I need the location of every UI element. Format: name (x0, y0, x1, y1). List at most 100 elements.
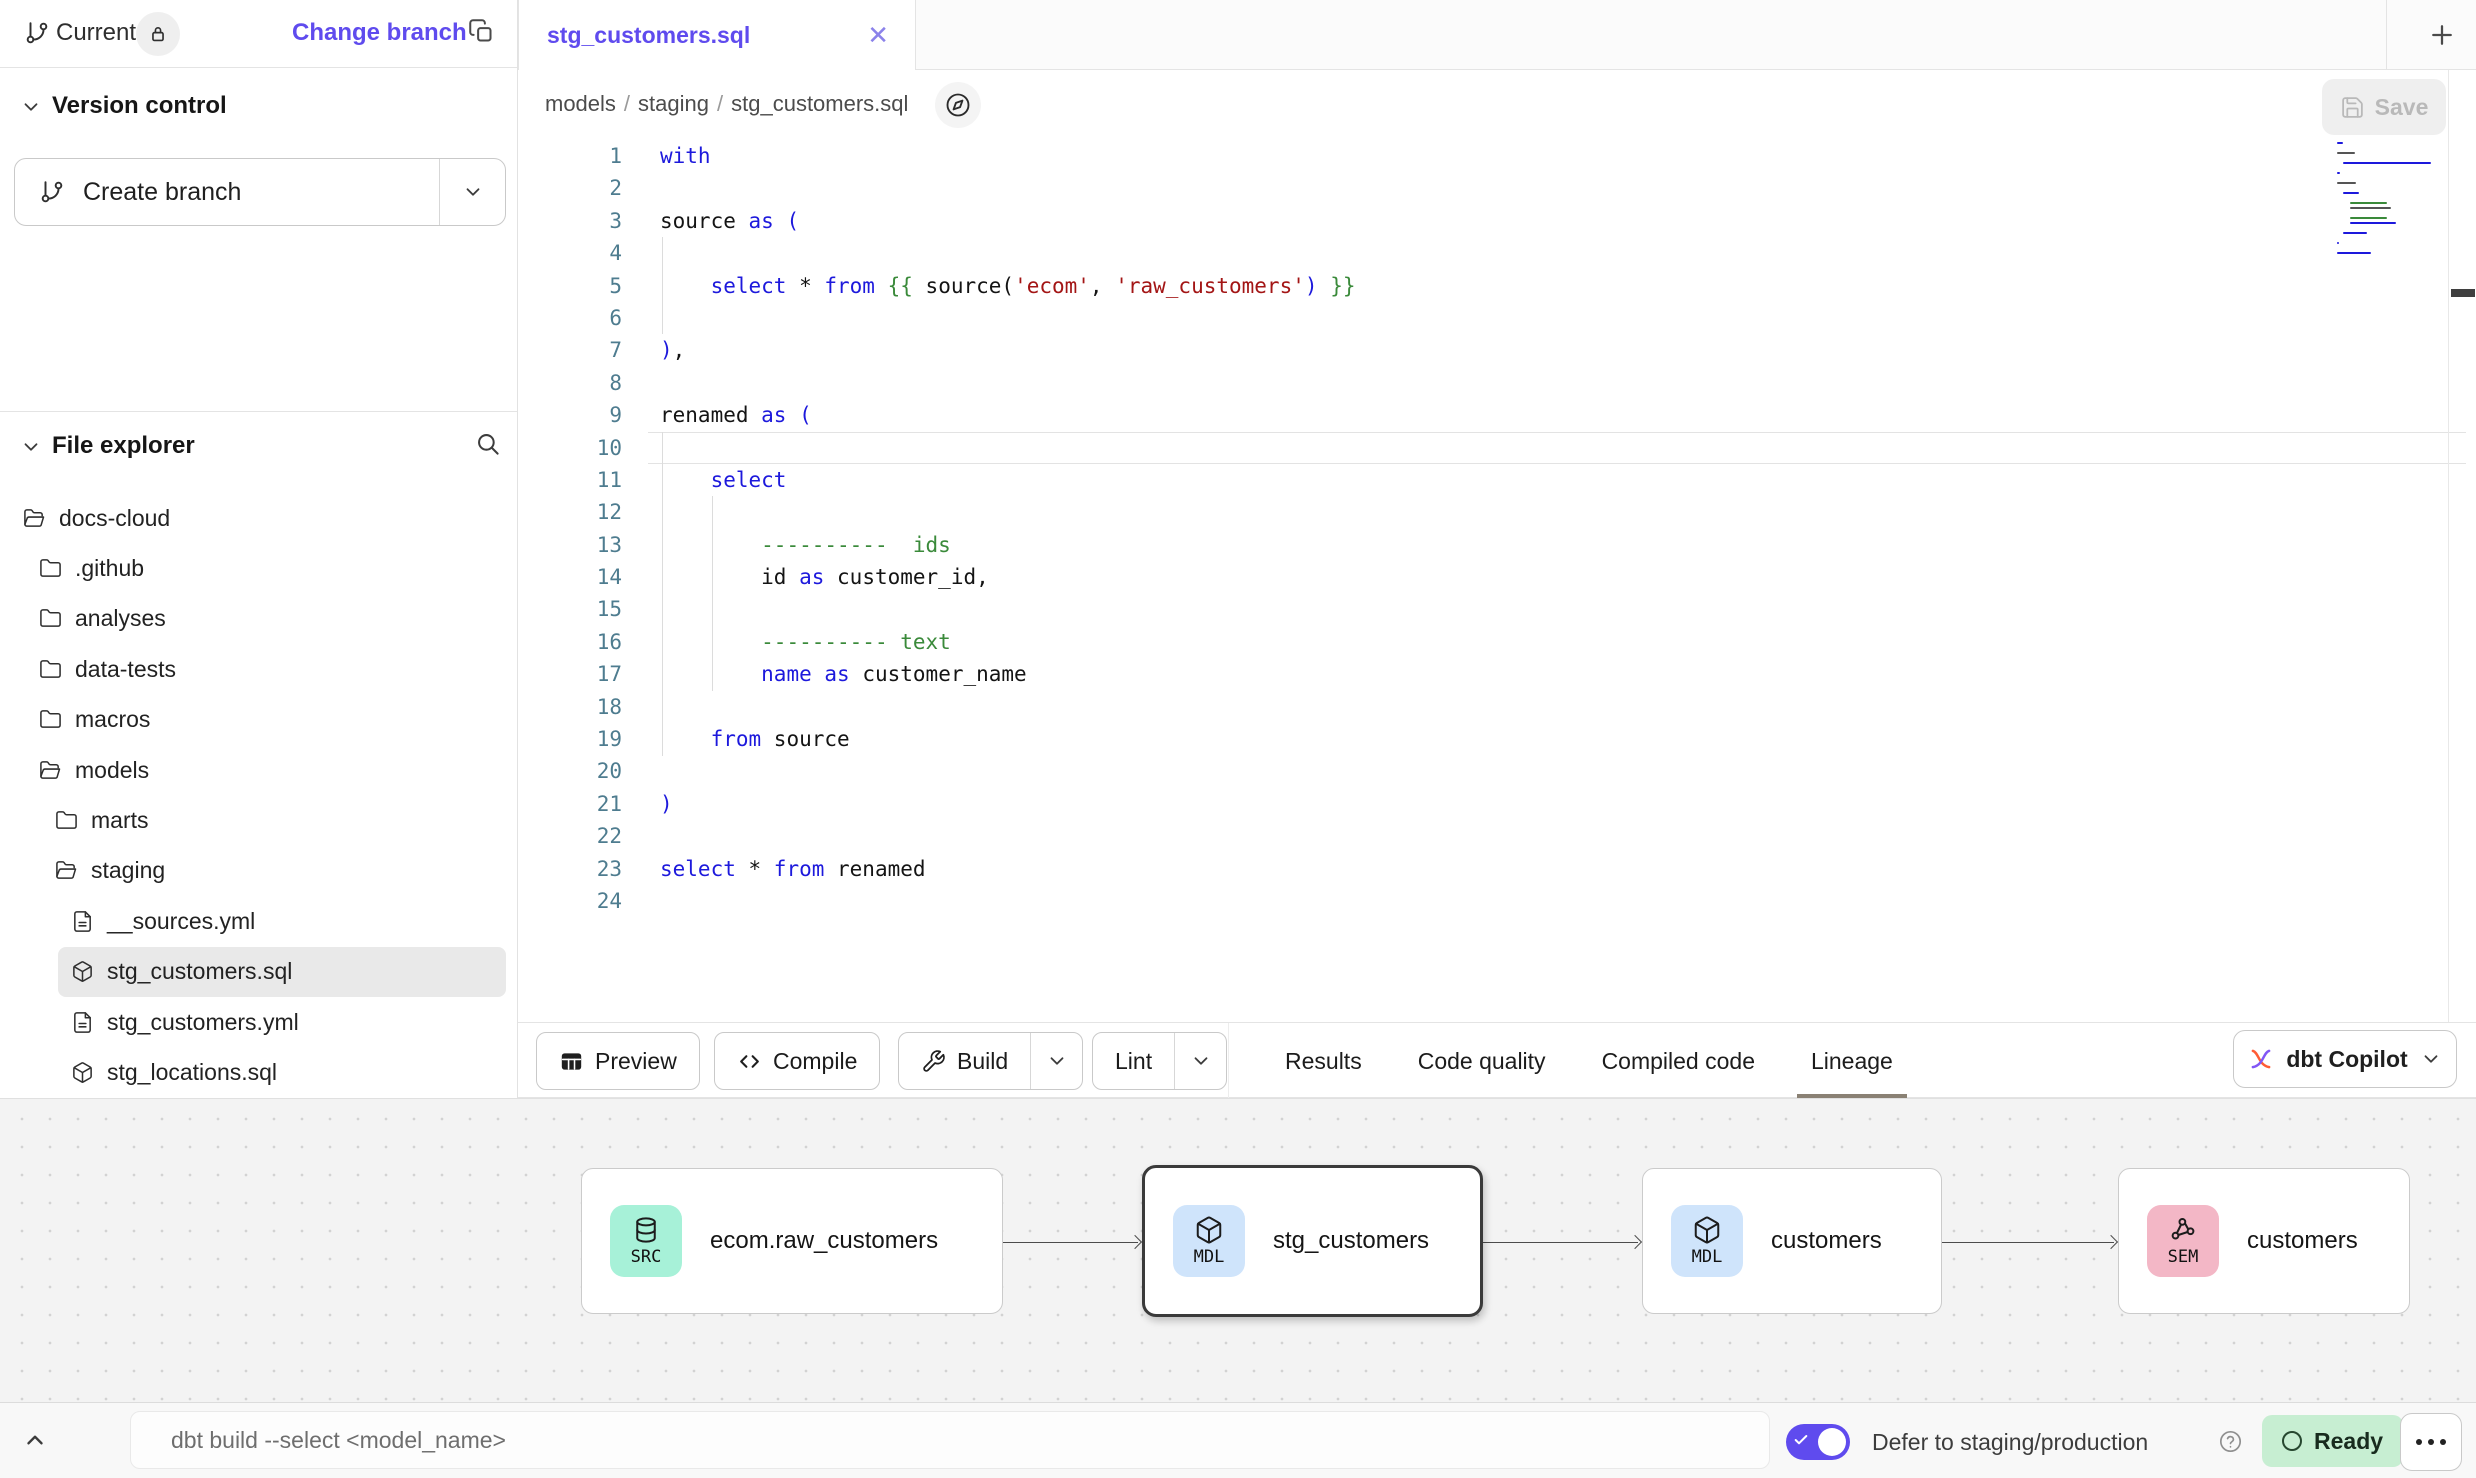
save-button[interactable]: Save (2322, 79, 2446, 135)
tree-item--github[interactable]: .github (26, 543, 506, 593)
code-line-1[interactable]: 1with (518, 140, 2476, 172)
code-line-18[interactable]: 18 (518, 691, 2476, 723)
code-text: select * from renamed (660, 853, 926, 885)
code-line-3[interactable]: 3source as ( (518, 205, 2476, 237)
tree-item-label: stg_locations.sql (107, 1059, 277, 1086)
chevron-down-icon[interactable] (20, 436, 42, 458)
code-icon (737, 1049, 762, 1074)
tree-item-label: models (75, 757, 149, 784)
tree-item-docs-cloud[interactable]: docs-cloud (10, 493, 506, 543)
code-line-23[interactable]: 23select * from renamed (518, 853, 2476, 885)
chevron-down-icon[interactable] (20, 96, 42, 118)
code-line-9[interactable]: 9renamed as ( (518, 399, 2476, 431)
tab-stg-customers-sql[interactable]: stg_customers.sql ✕ (518, 0, 916, 70)
lint-dropdown[interactable] (1174, 1033, 1226, 1089)
panel-tab-lineage[interactable]: Lineage (1811, 1023, 1893, 1099)
node-label: stg_customers (1273, 1227, 1429, 1255)
file-actions-button[interactable] (935, 82, 981, 128)
code-line-16[interactable]: 16 ---------- text (518, 626, 2476, 658)
indent-guide (712, 496, 713, 690)
create-branch-button[interactable]: Create branch (14, 158, 506, 226)
code-line-4[interactable]: 4 (518, 237, 2476, 269)
create-branch-label: Create branch (83, 178, 241, 207)
lineage-node-ecom-raw_customers-src[interactable]: SRCecom.raw_customers (581, 1168, 1003, 1314)
code-line-12[interactable]: 12 (518, 496, 2476, 528)
dbt-copilot-icon (2248, 1046, 2274, 1072)
tree-item-label: data-tests (75, 656, 176, 683)
tree-item--sources-yml[interactable]: __sources.yml (58, 896, 506, 946)
code-line-14[interactable]: 14 id as customer_id, (518, 561, 2476, 593)
lineage-edge (1003, 1242, 1138, 1243)
breadcrumb-part[interactable]: stg_customers.sql (731, 91, 908, 116)
copy-icon[interactable] (468, 18, 495, 45)
minimap[interactable] (2337, 142, 2433, 262)
version-control-header: Version control (52, 92, 227, 120)
code-line-20[interactable]: 20 (518, 755, 2476, 787)
build-button[interactable]: Build (898, 1032, 1083, 1090)
divider (2386, 0, 2387, 70)
code-line-2[interactable]: 2 (518, 172, 2476, 204)
dbt-command-input[interactable]: dbt build --select <model_name> (130, 1411, 1770, 1469)
lint-button[interactable]: Lint (1092, 1032, 1227, 1090)
line-number: 3 (518, 205, 622, 237)
code-line-6[interactable]: 6 (518, 302, 2476, 334)
code-line-22[interactable]: 22 (518, 820, 2476, 852)
node-label: ecom.raw_customers (710, 1227, 938, 1255)
status-label: Ready (2314, 1428, 2383, 1455)
panel-tab-compiled-code[interactable]: Compiled code (1602, 1023, 1755, 1099)
change-branch-link[interactable]: Change branch (292, 19, 467, 47)
line-number: 16 (518, 626, 622, 658)
node-badge-sem: SEM (2147, 1205, 2219, 1277)
tree-item-stg-customers-yml[interactable]: stg_customers.yml (58, 997, 506, 1047)
code-line-24[interactable]: 24 (518, 885, 2476, 917)
chevron-down-icon (2420, 1048, 2442, 1070)
new-tab-button[interactable] (2408, 0, 2476, 70)
editor-scrollbar[interactable] (2448, 70, 2476, 1022)
branch-bar: Current Change branch (0, 0, 517, 68)
code-editor[interactable]: 1with23source as (45 select * from {{ so… (518, 140, 2476, 1022)
tree-item-staging[interactable]: staging (42, 846, 506, 896)
line-number: 7 (518, 334, 622, 366)
tree-item-stg-locations-sql[interactable]: stg_locations.sql (58, 1047, 506, 1097)
lineage-node-stg_customers-mdl[interactable]: MDL stg_customers (1142, 1165, 1483, 1317)
close-icon[interactable]: ✕ (867, 22, 889, 48)
breadcrumb-part[interactable]: models (545, 91, 616, 116)
lineage-node-customers-mdl[interactable]: MDLcustomers (1642, 1168, 1942, 1314)
help-icon[interactable] (2218, 1429, 2243, 1454)
code-line-19[interactable]: 19 from source (518, 723, 2476, 755)
defer-toggle[interactable] (1786, 1424, 1850, 1460)
chevron-up-icon[interactable] (22, 1427, 48, 1453)
breadcrumb-part[interactable]: staging (638, 91, 709, 116)
code-line-21[interactable]: 21) (518, 788, 2476, 820)
code-line-15[interactable]: 15 (518, 593, 2476, 625)
semantic-icon (2168, 1215, 2198, 1245)
tree-item-data-tests[interactable]: data-tests (26, 644, 506, 694)
create-branch-dropdown[interactable] (439, 159, 505, 225)
dbt-cloud-ide: Current Change branch Version control Cr… (0, 0, 2476, 1478)
panel-tab-results[interactable]: Results (1285, 1023, 1362, 1099)
more-options-button[interactable] (2400, 1413, 2462, 1471)
tree-item-label: stg_customers.yml (107, 1009, 299, 1036)
preview-button[interactable]: Preview (536, 1032, 700, 1090)
main-pane: stg_customers.sql ✕ models/staging/stg_c… (518, 0, 2476, 1402)
folder-icon (39, 708, 62, 731)
dbt-copilot-button[interactable]: dbt Copilot (2233, 1030, 2457, 1088)
tree-item-analyses[interactable]: analyses (26, 594, 506, 644)
build-dropdown[interactable] (1030, 1033, 1082, 1089)
compile-button[interactable]: Compile (714, 1032, 880, 1090)
code-line-5[interactable]: 5 select * from {{ source('ecom', 'raw_c… (518, 270, 2476, 302)
tree-item-models[interactable]: models (26, 745, 506, 795)
search-icon[interactable] (474, 430, 501, 457)
code-line-8[interactable]: 8 (518, 367, 2476, 399)
code-line-13[interactable]: 13 ---------- ids (518, 529, 2476, 561)
lineage-node-customers-sem[interactable]: SEMcustomers (2118, 1168, 2410, 1314)
panel-tab-code-quality[interactable]: Code quality (1418, 1023, 1546, 1099)
node-badge-label: MDL (1194, 1247, 1225, 1267)
code-line-17[interactable]: 17 name as customer_name (518, 658, 2476, 690)
tree-item-macros[interactable]: macros (26, 695, 506, 745)
code-line-7[interactable]: 7), (518, 334, 2476, 366)
code-line-11[interactable]: 11 select (518, 464, 2476, 496)
tree-item-marts[interactable]: marts (42, 795, 506, 845)
save-icon (2340, 95, 2365, 120)
tree-item-stg-customers-sql[interactable]: stg_customers.sql (58, 947, 506, 997)
